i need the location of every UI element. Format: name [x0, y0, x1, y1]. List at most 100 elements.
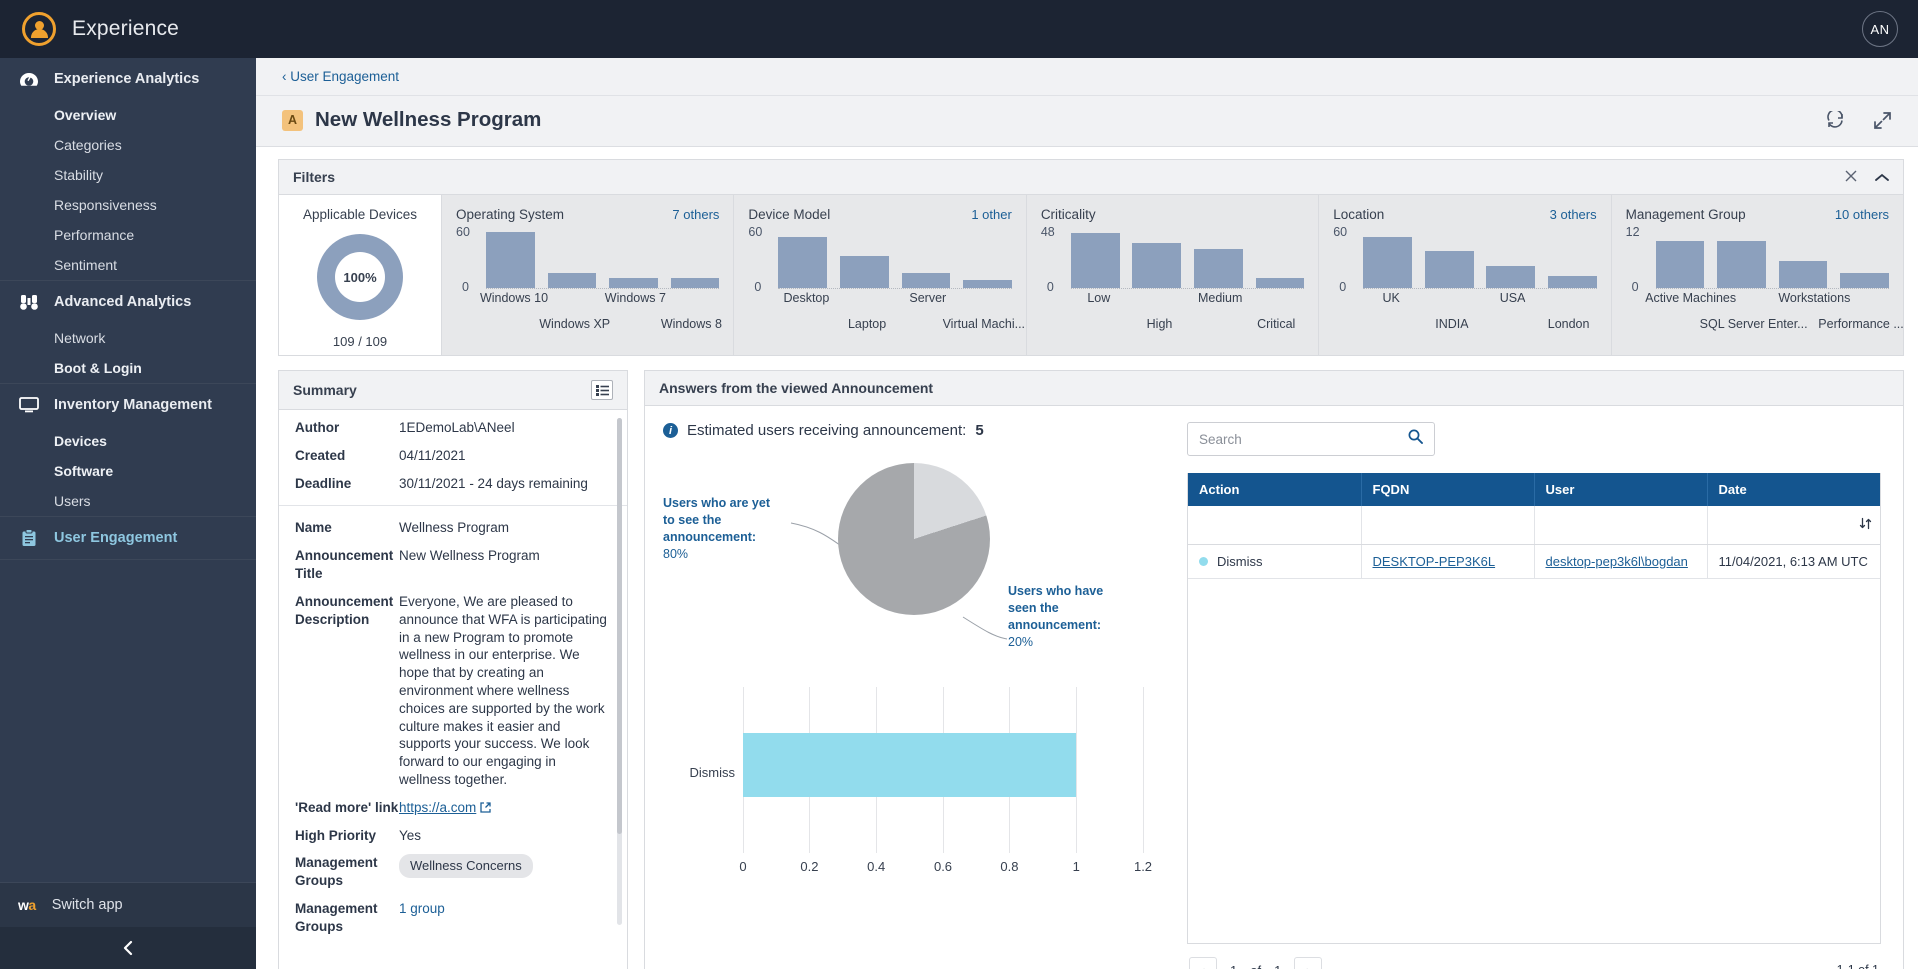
sidebar-item-performance[interactable]: Performance	[0, 220, 256, 250]
bar[interactable]	[1655, 241, 1705, 288]
applicable-devices-count: 109 / 109	[332, 334, 388, 349]
filter-management-group[interactable]: Management Group 10 others 12 0 Active M…	[1611, 195, 1904, 355]
sidebar-item-sentiment[interactable]: Sentiment	[0, 250, 256, 280]
bar[interactable]	[1363, 236, 1412, 288]
filter-cell-action[interactable]	[1188, 506, 1362, 545]
bar[interactable]	[839, 255, 889, 288]
group-count-link[interactable]: 1 group	[399, 901, 445, 916]
sidebar-item-software[interactable]: Software	[0, 456, 256, 486]
filter-operating-system[interactable]: Operating System 7 others 60 0 Windows 1…	[442, 195, 735, 355]
filter-cell-fqdn[interactable]	[1361, 506, 1535, 545]
bar[interactable]	[1255, 277, 1305, 288]
filter-others-link[interactable]: 10 others	[1835, 207, 1889, 222]
bar[interactable]	[609, 277, 658, 288]
filter-location[interactable]: Location 3 others 60 0 UK INDIA USA Lond…	[1319, 195, 1612, 355]
sidebar-item-overview[interactable]: Overview	[0, 100, 256, 130]
sidebar-item-inventory-management[interactable]: Inventory Management	[0, 384, 256, 426]
bar[interactable]	[1424, 250, 1474, 288]
summary-body[interactable]: Author 1EDemoLab\ANeel Created 04/11/202…	[279, 410, 627, 969]
column-header-action[interactable]: Action	[1188, 473, 1362, 506]
close-icon[interactable]	[1845, 169, 1857, 185]
sidebar-item-categories[interactable]: Categories	[0, 130, 256, 160]
current-page: 1	[1230, 963, 1237, 969]
filter-others-link[interactable]: 1 other	[971, 207, 1011, 222]
search-icon[interactable]	[1408, 429, 1423, 449]
breadcrumb-link-user-engagement[interactable]: ‹ User Engagement	[282, 69, 399, 84]
bar-label: Performance ...	[1818, 317, 1904, 331]
page-header-actions	[1826, 110, 1892, 130]
sidebar-item-user-engagement[interactable]: User Engagement	[0, 517, 256, 559]
read-more-link[interactable]: https://a.com	[399, 800, 476, 815]
pie-slices[interactable]	[838, 463, 990, 615]
filter-bar-chart: 60 0	[1333, 225, 1597, 294]
bar[interactable]	[1132, 242, 1182, 288]
summary-scrollbar[interactable]	[617, 418, 622, 925]
list-view-icon[interactable]	[591, 380, 613, 400]
bar[interactable]	[486, 231, 535, 288]
previous-page-button[interactable]: ‹	[1189, 957, 1217, 969]
bar-label: Medium	[1197, 291, 1243, 305]
refresh-icon[interactable]	[1826, 110, 1845, 130]
bar[interactable]	[1840, 273, 1890, 288]
sidebar-item-responsiveness[interactable]: Responsiveness	[0, 190, 256, 220]
switch-app-button[interactable]: wa Switch app	[0, 883, 256, 927]
sort-icon[interactable]	[1859, 517, 1872, 533]
collapse-sidebar-button[interactable]	[0, 927, 256, 969]
breadcrumb-label: User Engagement	[290, 69, 400, 84]
column-header-user[interactable]: User	[1534, 473, 1708, 506]
x-tick: 0.6	[933, 859, 953, 874]
bar[interactable]	[547, 273, 597, 288]
summary-value: Everyone, We are pleased to announce tha…	[399, 593, 607, 787]
chevron-left-icon	[122, 940, 134, 956]
sidebar-item-devices[interactable]: Devices	[0, 426, 256, 456]
sidebar-item-network[interactable]: Network	[0, 323, 256, 353]
bar[interactable]	[1193, 249, 1243, 288]
bar[interactable]	[1778, 261, 1828, 288]
search-box[interactable]	[1187, 422, 1435, 456]
filter-criticality[interactable]: Criticality 48 0 Low High Medium Critica…	[1026, 195, 1320, 355]
filter-device-model[interactable]: Device Model 1 other 60 0 Desktop Laptop…	[734, 195, 1027, 355]
y-max-label: 48	[1040, 225, 1055, 239]
bar[interactable]	[963, 279, 1012, 288]
table-filter-row[interactable]	[1188, 506, 1880, 545]
bar[interactable]	[1070, 232, 1120, 288]
summary-value: 30/11/2021 - 24 days remaining	[399, 475, 588, 491]
filter-others-link[interactable]: 3 others	[1550, 207, 1597, 222]
divider	[279, 505, 627, 507]
summary-row: Deadline 30/11/2021 - 24 days remaining	[279, 470, 627, 498]
bar-label: Critical	[1257, 317, 1296, 331]
bar[interactable]	[901, 273, 951, 288]
sidebar-item-advanced-analytics[interactable]: Advanced Analytics	[0, 281, 256, 323]
fqdn-link[interactable]: DESKTOP-PEP3K6L	[1373, 554, 1496, 569]
summary-label: Created	[295, 447, 346, 463]
sidebar-item-stability[interactable]: Stability	[0, 160, 256, 190]
user-link[interactable]: desktop-pep3k6l\bogdan	[1546, 554, 1688, 569]
sidebar-item-boot-login[interactable]: Boot & Login	[0, 353, 256, 383]
bar[interactable]	[670, 277, 720, 288]
filter-cell-date[interactable]	[1707, 506, 1880, 545]
sidebar-item-label: Inventory Management	[54, 397, 212, 413]
bar[interactable]	[1486, 266, 1536, 288]
bar[interactable]	[1547, 276, 1597, 288]
table-row[interactable]: Dismiss DESKTOP-PEP3K6L desktop-pep3k6l\…	[1188, 544, 1880, 579]
filter-others-link[interactable]: 7 others	[672, 207, 719, 222]
filter-cell-user[interactable]	[1534, 506, 1708, 545]
column-header-date[interactable]: Date	[1707, 473, 1880, 506]
sidebar-item-experience-analytics[interactable]: Experience Analytics	[0, 58, 256, 100]
expand-icon[interactable]	[1873, 111, 1892, 130]
bar[interactable]	[778, 236, 828, 288]
bar[interactable]	[743, 733, 1077, 797]
search-input[interactable]	[1199, 431, 1408, 447]
bar[interactable]	[1717, 241, 1766, 288]
sidebar-item-users[interactable]: Users	[0, 486, 256, 516]
external-link-icon	[480, 800, 491, 815]
summary-value: Yes	[399, 827, 422, 843]
next-page-button[interactable]: ›	[1294, 957, 1323, 969]
summary-row: 'Read more' link https://a.com	[279, 794, 627, 822]
announcement-badge: A	[282, 109, 303, 131]
avatar[interactable]: AN	[1862, 11, 1898, 47]
binoculars-icon	[18, 292, 40, 312]
column-header-fqdn[interactable]: FQDN	[1361, 473, 1535, 506]
chevron-up-icon[interactable]	[1875, 169, 1889, 185]
summary-row: Announcement Description Everyone, We ar…	[279, 588, 627, 794]
